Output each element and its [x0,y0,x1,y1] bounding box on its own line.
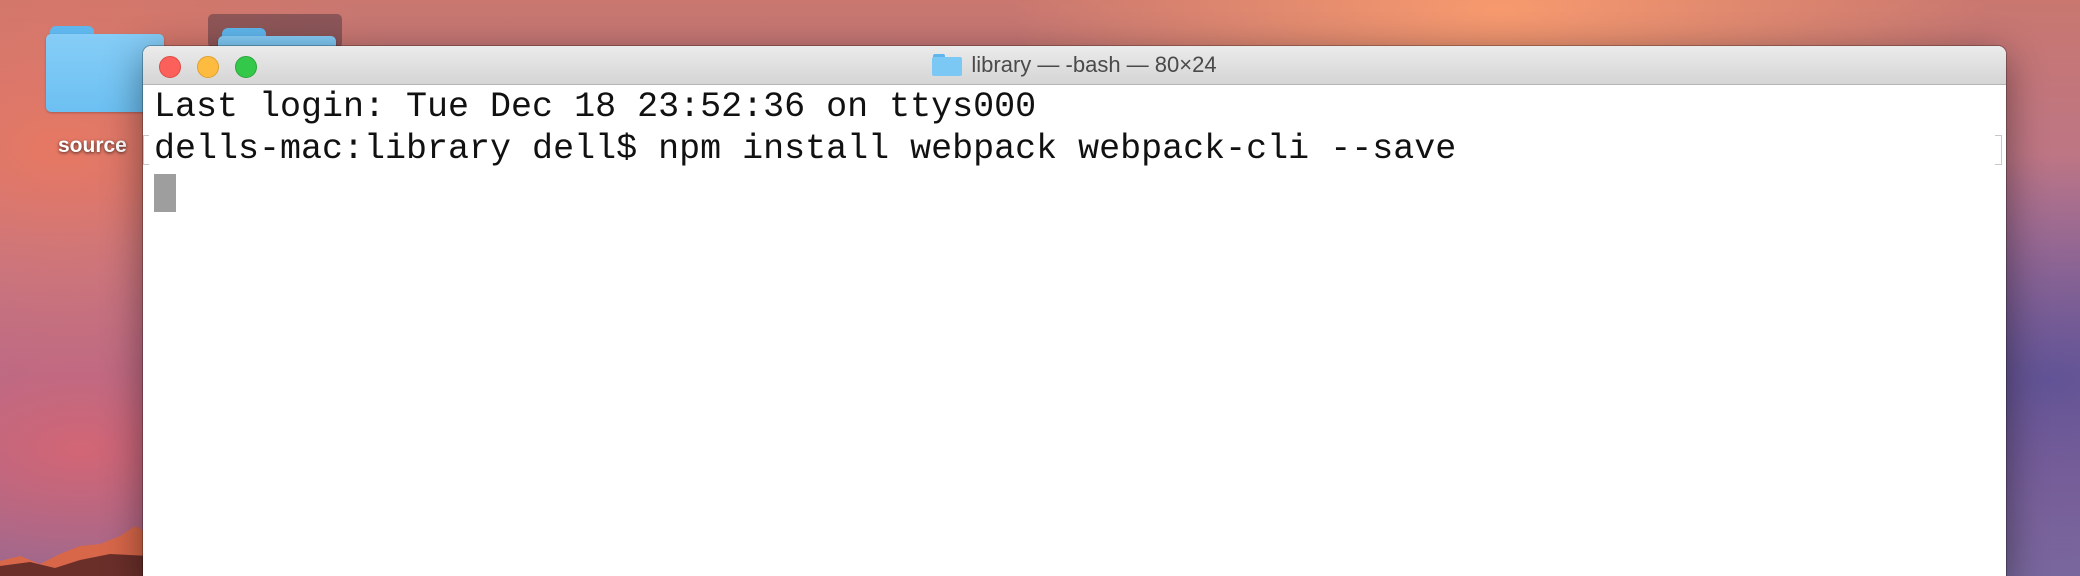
wallpaper-mountain [0,526,150,576]
desktop-folder-second[interactable] [218,28,336,66]
folder-icon [932,54,963,76]
terminal-content[interactable]: Last login: Tue Dec 18 23:52:36 on ttys0… [154,86,2006,576]
desktop: source library — -bash — 80×24 Last logi… [0,0,2080,576]
terminal-line: Last login: Tue Dec 18 23:52:36 on ttys0… [154,87,1037,127]
window-title: library — -bash — 80×24 [143,46,2006,84]
text-cursor [154,174,176,212]
terminal-line: dells-mac:library dell$ npm install webp… [154,129,1457,169]
desktop-folder-label[interactable]: source [58,134,127,158]
title-bar[interactable]: library — -bash — 80×24 [143,46,2006,85]
terminal-window[interactable]: library — -bash — 80×24 Last login: Tue … [143,46,2006,576]
line-marker-left [143,135,149,165]
window-title-text: library — -bash — 80×24 [971,52,1217,77]
